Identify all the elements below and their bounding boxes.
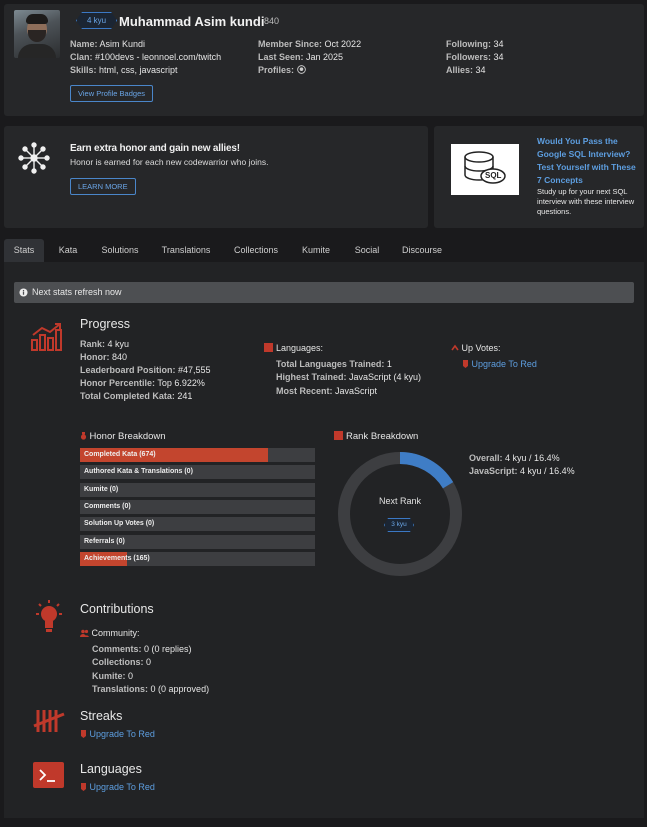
tab-translations[interactable]: Translations bbox=[156, 239, 216, 262]
rank-breakdown-heading: Rank Breakdown bbox=[334, 431, 418, 442]
upgrade-to-red-link: Upgrade To Red bbox=[89, 782, 155, 792]
tab-kumite[interactable]: Kumite bbox=[296, 239, 336, 262]
honor-breakdown-heading: Honor Breakdown bbox=[80, 431, 166, 442]
tally-icon bbox=[33, 710, 65, 732]
github-icon[interactable] bbox=[296, 65, 306, 74]
tab-discourse[interactable]: Discourse bbox=[396, 239, 448, 262]
profiles-row: Profiles: bbox=[258, 65, 306, 75]
next-rank-badge: 3 kyu bbox=[384, 518, 414, 532]
stats-panel: Next stats refresh now Progress Rank: 4 … bbox=[4, 262, 644, 818]
tab-social[interactable]: Social bbox=[348, 239, 386, 262]
community-heading: Community: bbox=[80, 628, 140, 638]
honor-bar: Solution Up Votes (0) bbox=[80, 517, 315, 532]
sql-ad-title[interactable]: Would You Pass the Google SQL Interview?… bbox=[537, 135, 637, 187]
honor-bar-label: Solution Up Votes (0) bbox=[84, 520, 155, 528]
honor-bar-label: Achievements (165) bbox=[84, 554, 150, 562]
contrib-comments: Comments: 0 (0 replies) bbox=[92, 644, 192, 654]
rank-donut bbox=[338, 452, 462, 576]
progress-rank: Rank: 4 kyu bbox=[80, 339, 130, 349]
honor-count: 840 bbox=[264, 16, 280, 26]
sql-ad-text: Study up for your next SQL interview wit… bbox=[537, 187, 635, 216]
languages-upgrade[interactable]: Upgrade To Red bbox=[80, 782, 155, 792]
tab-kata[interactable]: Kata bbox=[50, 239, 86, 262]
upvotes-heading: Up Votes: bbox=[451, 343, 501, 353]
tab-solutions[interactable]: Solutions bbox=[94, 239, 146, 262]
followers-row[interactable]: Followers: 34 bbox=[446, 52, 504, 62]
progress-leaderboard: Leaderboard Position: #47,555 bbox=[80, 365, 211, 375]
lightbulb-icon bbox=[36, 600, 62, 632]
progress-chart-icon bbox=[31, 323, 62, 351]
sql-ad-image-text: SQL bbox=[485, 171, 502, 180]
honor-bar-label: Referrals (0) bbox=[84, 537, 125, 545]
contrib-kumite: Kumite: 0 bbox=[92, 671, 134, 681]
tab-stats[interactable]: Stats bbox=[4, 239, 44, 262]
name-row: Name: Asim Kundi bbox=[70, 39, 146, 49]
terminal-icon bbox=[33, 762, 64, 788]
rank-javascript: JavaScript: 4 kyu / 16.4% bbox=[469, 466, 575, 476]
next-rank-label: Next Rank bbox=[378, 496, 422, 506]
rank-badge: 4 kyu bbox=[76, 12, 117, 29]
upvotes-upgrade[interactable]: Upgrade To Red bbox=[462, 359, 537, 369]
sql-ad-image[interactable]: SQL bbox=[451, 144, 519, 195]
progress-honor: Honor: 840 bbox=[80, 352, 128, 362]
last-seen-row: Last Seen: Jan 2025 bbox=[258, 52, 344, 62]
medal-icon bbox=[80, 432, 87, 440]
banner-title: Earn extra honor and gain new allies! bbox=[70, 143, 240, 154]
streaks-upgrade[interactable]: Upgrade To Red bbox=[80, 729, 155, 739]
profile-card: 4 kyu Muhammad Asim kundi 840 Name: Asim… bbox=[4, 4, 644, 116]
red-rank-icon bbox=[81, 730, 86, 738]
database-icon bbox=[464, 151, 506, 184]
honor-bar: Referrals (0) bbox=[80, 534, 315, 549]
username: Muhammad Asim kundi bbox=[119, 14, 265, 29]
rank-breakdown-icon bbox=[334, 431, 343, 440]
contrib-collections: Collections: 0 bbox=[92, 657, 152, 667]
learn-more-button[interactable]: LEARN MORE bbox=[70, 178, 136, 195]
rank-overall: Overall: 4 kyu / 16.4% bbox=[469, 453, 560, 463]
languages-icon bbox=[264, 343, 273, 352]
sql-ad[interactable]: SQL Would You Pass the Google SQL Interv… bbox=[434, 126, 644, 228]
progress-percentile: Honor Percentile: Top 6.922% bbox=[80, 378, 205, 388]
skills-row: Skills: html, css, javascript bbox=[70, 65, 178, 75]
languages-heading: Languages: bbox=[264, 343, 323, 353]
following-row[interactable]: Following: 34 bbox=[446, 39, 504, 49]
languages-trained: Total Languages Trained: 1 bbox=[276, 359, 392, 369]
honor-bar: Comments (0) bbox=[80, 499, 315, 514]
honor-bar-label: Completed Kata (674) bbox=[84, 451, 156, 458]
network-icon bbox=[18, 142, 50, 174]
honor-bar: Completed Kata (674) bbox=[80, 448, 315, 462]
red-rank-icon bbox=[463, 360, 468, 368]
honor-bar-label: Authored Kata & Translations (0) bbox=[84, 468, 193, 476]
languages-recent: Most Recent: JavaScript bbox=[276, 386, 378, 396]
progress-completed: Total Completed Kata: 241 bbox=[80, 391, 193, 401]
progress-title: Progress bbox=[80, 317, 131, 331]
streaks-title: Streaks bbox=[80, 709, 123, 723]
honor-bar: Kumite (0) bbox=[80, 482, 315, 497]
chevron-up-icon bbox=[451, 344, 459, 351]
tab-collections[interactable]: Collections bbox=[228, 239, 284, 262]
honor-bar: Authored Kata & Translations (0) bbox=[80, 465, 315, 480]
users-icon bbox=[80, 629, 89, 637]
honor-bar: Achievements (165) bbox=[80, 551, 315, 566]
refresh-notice: Next stats refresh now bbox=[14, 282, 634, 303]
upgrade-to-red-link: Upgrade To Red bbox=[471, 359, 537, 369]
contributions-title: Contributions bbox=[80, 602, 154, 616]
upgrade-to-red-link: Upgrade To Red bbox=[89, 729, 155, 739]
view-profile-badges-button[interactable]: View Profile Badges bbox=[70, 85, 153, 102]
allies-row[interactable]: Allies: 34 bbox=[446, 65, 486, 75]
red-rank-icon bbox=[81, 783, 86, 791]
clan-row: Clan: #100devs - leonnoel.com/twitch bbox=[70, 52, 222, 62]
info-icon bbox=[19, 288, 28, 297]
banner-text: Honor is earned for each new codewarrior… bbox=[70, 157, 269, 167]
honor-bar-label: Comments (0) bbox=[84, 502, 131, 510]
languages-section-title: Languages bbox=[80, 762, 142, 776]
honor-banner: Earn extra honor and gain new allies! Ho… bbox=[4, 126, 428, 228]
member-since-row: Member Since: Oct 2022 bbox=[258, 39, 362, 49]
honor-bar-label: Kumite (0) bbox=[84, 485, 119, 493]
contrib-translations: Translations: 0 (0 approved) bbox=[92, 684, 210, 694]
avatar[interactable] bbox=[14, 10, 60, 58]
languages-highest: Highest Trained: JavaScript (4 kyu) bbox=[276, 372, 422, 382]
